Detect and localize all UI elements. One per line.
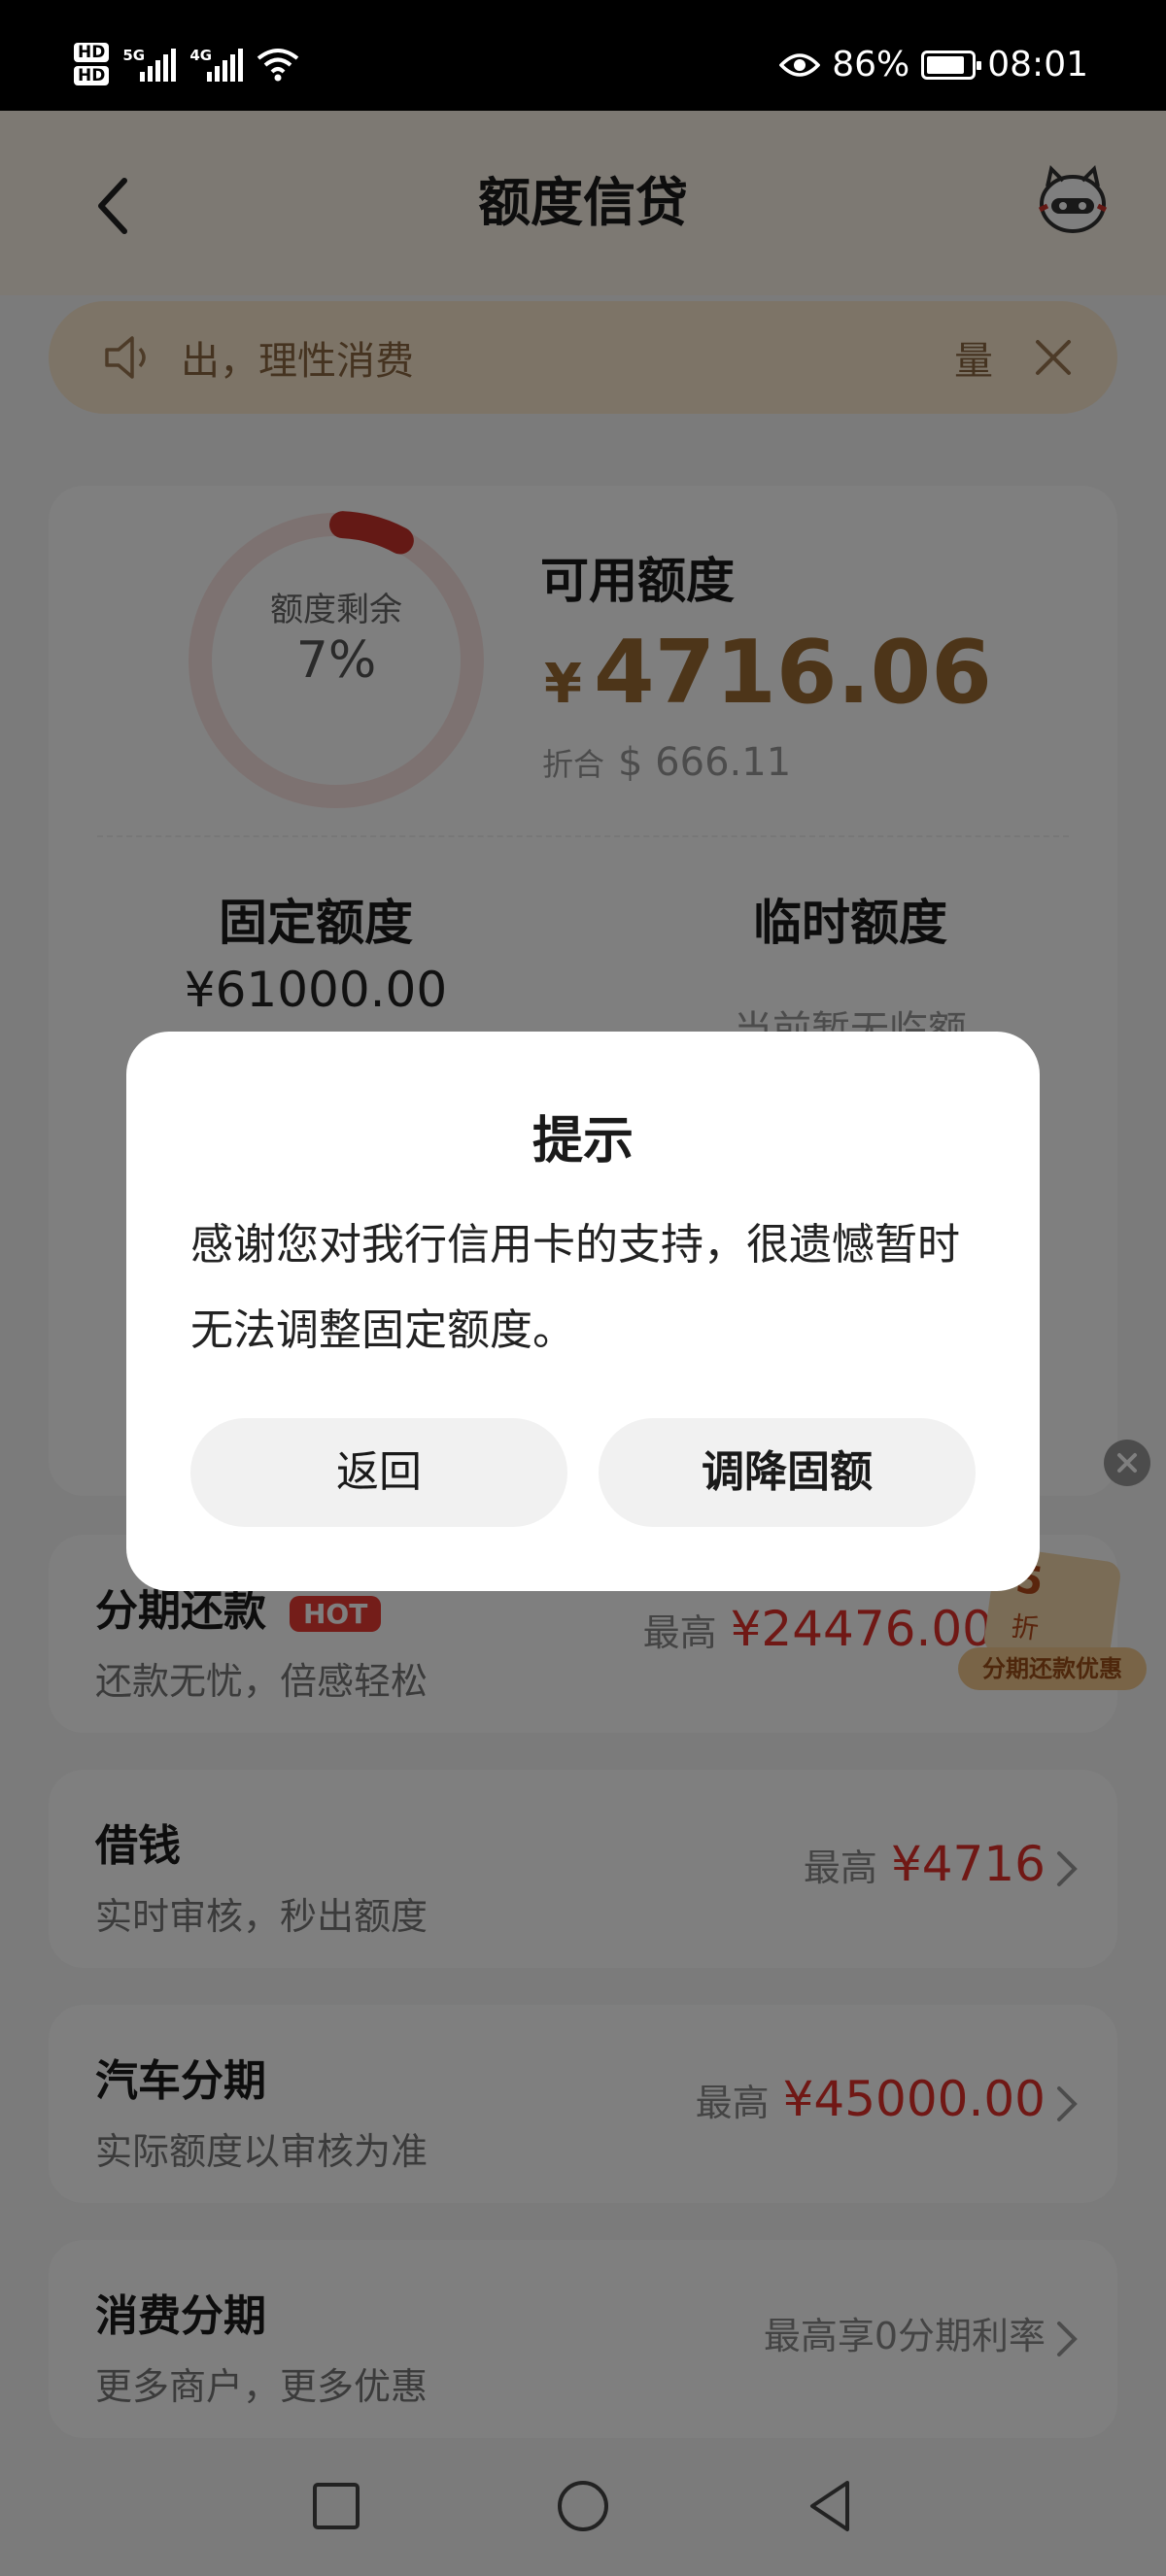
back-button[interactable]: 返回 [190, 1418, 567, 1527]
signal-4g-icon: 4G [189, 47, 244, 82]
battery-percent: 86% [832, 45, 910, 85]
hd2-icon: HD [74, 66, 110, 85]
alert-dialog: 提示 感谢您对我行信用卡的支持，很遗憾暂时无法调整固定额度。 返回 调降固额 [126, 1032, 1040, 1591]
hd-icons: HD HD [74, 43, 110, 85]
status-icons-right: 86% 08:01 [779, 45, 1088, 85]
battery-icon [921, 50, 982, 80]
hd1-icon: HD [74, 43, 110, 62]
dialog-title: 提示 [532, 1112, 634, 1170]
signal-5g-icon: 5G [122, 47, 177, 82]
dialog-message: 感谢您对我行信用卡的支持，很遗憾暂时无法调整固定额度。 [190, 1220, 960, 1355]
status-icons-left: HD HD 5G 4G [74, 43, 299, 85]
clock: 08:01 [987, 45, 1088, 85]
wifi-icon [257, 49, 299, 82]
status-bar: HD HD 5G 4G 86% 08:01 [0, 0, 1166, 111]
eye-icon [779, 52, 821, 77]
reduce-fixed-limit-button[interactable]: 调降固额 [599, 1418, 976, 1527]
